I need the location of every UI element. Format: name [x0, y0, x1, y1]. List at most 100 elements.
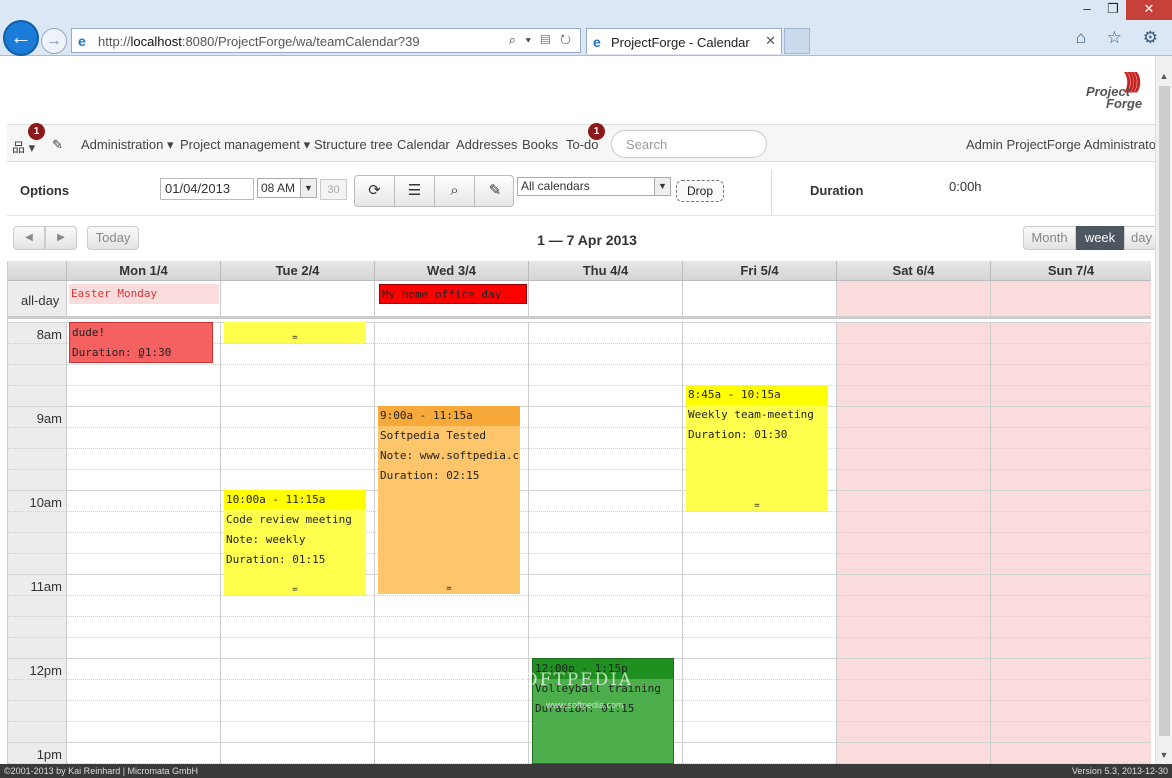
grid-line: [8, 364, 1151, 365]
allday-cell[interactable]: [991, 281, 1151, 319]
chevron-down-icon: ▼: [300, 179, 316, 197]
tab-title: ProjectForge - Calendar: [611, 35, 750, 50]
new-tab-button[interactable]: [784, 28, 810, 54]
event-untitled[interactable]: =: [224, 322, 366, 343]
drop-button[interactable]: Drop: [676, 180, 724, 202]
thirty-button[interactable]: 30: [320, 179, 347, 200]
back-button[interactable]: ←: [3, 20, 39, 56]
day-header[interactable]: Thu 4/4: [529, 261, 683, 281]
grid-line: [8, 490, 1151, 491]
next-week-button[interactable]: ▶: [45, 226, 77, 250]
grid-line: [8, 469, 1151, 470]
day-column[interactable]: [837, 322, 991, 764]
chevron-down-icon: ▼: [654, 178, 670, 195]
allday-cell[interactable]: [683, 281, 837, 319]
grid-line: [8, 385, 1151, 386]
address-bar[interactable]: e http://localhost:8080/ProjectForge/wa/…: [71, 28, 581, 53]
duration-label: Duration: [810, 183, 864, 198]
resize-handle-icon[interactable]: =: [70, 352, 212, 362]
address-tools-icon[interactable]: ⌕ ▾ ▤ ↻: [509, 32, 574, 48]
minimize-button[interactable]: –: [1074, 0, 1100, 20]
date-field[interactable]: 01/04/2013: [160, 178, 254, 200]
search-icon[interactable]: ⌕: [435, 176, 475, 206]
resize-handle-icon[interactable]: =: [378, 584, 520, 594]
event-softpedia-tested[interactable]: 9:00a - 11:15a Softpedia Tested Note: ww…: [378, 406, 520, 594]
projectforge-logo[interactable]: )))) Project Forge: [1080, 68, 1154, 112]
sitemap-icon[interactable]: 品 ▾: [12, 137, 35, 156]
time-select[interactable]: 08 AM ▼: [257, 178, 317, 198]
close-tab-icon[interactable]: ✕: [765, 33, 776, 49]
browser-tab[interactable]: e ProjectForge - Calendar ✕: [586, 28, 782, 54]
chevron-right-icon: ▶: [57, 232, 65, 243]
allday-event[interactable]: Easter Monday: [69, 284, 219, 304]
view-month-button[interactable]: Month: [1023, 226, 1076, 250]
allday-cell[interactable]: [529, 281, 683, 319]
calendar-nav: ◀ ▶ Today 1 — 7 Apr 2013 Month week day: [7, 226, 1159, 256]
list-icon[interactable]: ☰: [395, 176, 435, 206]
scroll-down-icon[interactable]: ▼: [1156, 747, 1172, 764]
allday-cell[interactable]: [837, 281, 991, 319]
resize-handle-icon[interactable]: =: [224, 333, 366, 343]
event-weekly-team-meeting[interactable]: 8:45a - 10:15a Weekly team-meeting Durat…: [686, 385, 828, 511]
time-axis: [8, 322, 67, 764]
view-week-button[interactable]: week: [1076, 226, 1124, 250]
menu-addresses[interactable]: Addresses: [456, 137, 517, 152]
view-day-button[interactable]: day: [1124, 226, 1159, 250]
allday-event[interactable]: My home office day: [379, 284, 527, 304]
scroll-up-icon[interactable]: ▲: [1156, 68, 1172, 85]
day-header[interactable]: Sun 7/4: [991, 261, 1151, 281]
calendar-select[interactable]: All calendars ▼: [517, 177, 671, 196]
day-header[interactable]: Mon 1/4: [67, 261, 221, 281]
hour-label: 10am: [29, 495, 62, 510]
menu-administration[interactable]: Administration ▾: [81, 137, 174, 153]
resize-handle-icon[interactable]: =: [686, 501, 828, 511]
prev-week-button[interactable]: ◀: [13, 226, 45, 250]
hour-label: 9am: [36, 411, 62, 426]
day-header[interactable]: Tue 2/4: [221, 261, 375, 281]
day-column[interactable]: [991, 322, 1151, 764]
grid-line: [8, 511, 1151, 512]
chevron-left-icon: ◀: [25, 232, 33, 243]
page-content: )))) Project Forge 品 ▾ 1 ✎ Administratio…: [0, 56, 1172, 764]
menu-project-management[interactable]: Project management ▾: [180, 137, 310, 153]
grid-line: [8, 595, 1151, 596]
day-header[interactable]: Wed 3/4: [375, 261, 529, 281]
version-text: Version 5.3, 2013-12-30: [1071, 766, 1168, 776]
ie-tab-icon: e: [593, 34, 601, 50]
forward-button[interactable]: →: [41, 28, 67, 54]
close-window-button[interactable]: ✕: [1126, 0, 1172, 20]
main-menu: 品 ▾ 1 ✎ Administration ▾ Project managem…: [7, 123, 1171, 162]
refresh-icon[interactable]: ⟳: [355, 176, 395, 206]
browser-chrome: ← → e http://localhost:8080/ProjectForge…: [0, 0, 1172, 56]
home-favorites-tools-icon[interactable]: ⌂ ☆ ⚙: [1076, 28, 1166, 48]
page-scrollbar[interactable]: ▲ ▼: [1155, 56, 1172, 764]
arrow-left-icon: ←: [10, 24, 32, 49]
event-dude[interactable]: dude! Duration: 01:30 =: [69, 322, 213, 363]
day-header[interactable]: Fri 5/4: [683, 261, 837, 281]
grid-line: [8, 406, 1151, 407]
menu-books[interactable]: Books: [522, 137, 558, 152]
footer: ©2001-2013 by Kai Reinhard | Micromata G…: [0, 764, 1172, 778]
scroll-thumb[interactable]: [1159, 86, 1170, 736]
restore-button[interactable]: ❐: [1100, 0, 1126, 20]
edit-icon[interactable]: ✎: [475, 176, 515, 206]
options-divider: [771, 170, 772, 216]
window-controls: – ❐ ✕: [1074, 0, 1172, 20]
allday-cell[interactable]: [221, 281, 375, 319]
event-code-review-meeting[interactable]: 10:00a - 11:15a Code review meeting Note…: [224, 490, 366, 595]
day-column[interactable]: [67, 322, 221, 764]
allday-axis: all-day: [8, 281, 67, 319]
menu-structure-tree[interactable]: Structure tree: [314, 137, 393, 152]
duration-value: 0:00h: [949, 179, 982, 194]
resize-handle-icon[interactable]: =: [224, 585, 366, 595]
search-input[interactable]: [611, 130, 767, 158]
softpedia-watermark: SOFTPEDIA: [510, 670, 634, 690]
arrow-right-icon: →: [46, 32, 62, 49]
menu-calendar[interactable]: Calendar: [397, 137, 450, 152]
day-header[interactable]: Sat 6/4: [837, 261, 991, 281]
user-menu[interactable]: Admin ProjectForge Administrator ▾: [966, 137, 1171, 153]
options-label: Options: [20, 183, 70, 198]
pencil-icon[interactable]: ✎: [52, 137, 63, 153]
grid-corner: [8, 261, 67, 281]
today-button[interactable]: Today: [87, 226, 139, 250]
